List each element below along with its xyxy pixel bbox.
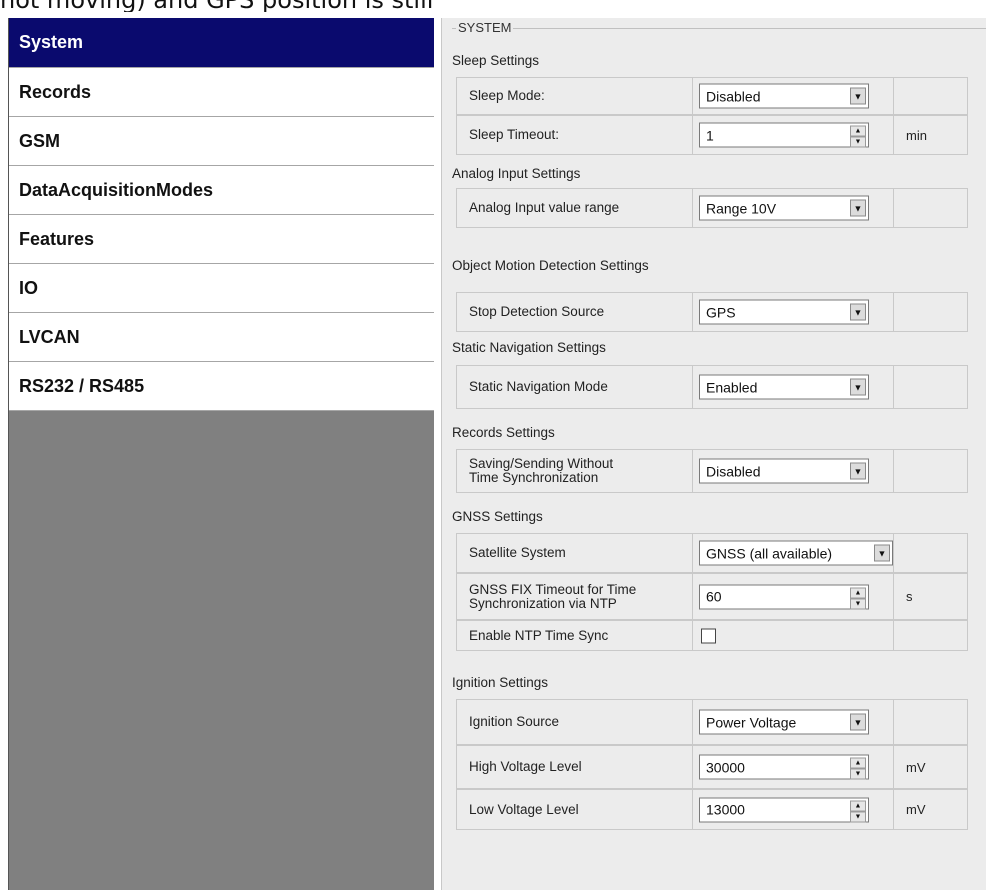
label-sleep-mode: Sleep Mode: xyxy=(457,78,693,114)
select-saving-sending-value: Disabled xyxy=(706,463,761,479)
row-analog-range: Analog Input value range Range 10V ▼ xyxy=(456,188,968,228)
unit-high-voltage: mV xyxy=(906,759,926,775)
unit-empty xyxy=(894,189,967,227)
sidebar-item-features[interactable]: Features xyxy=(9,215,434,264)
select-static-navigation-mode[interactable]: Enabled ▼ xyxy=(699,374,869,400)
select-static-navigation-mode-value: Enabled xyxy=(706,379,758,395)
select-stop-detection-source-value: GPS xyxy=(706,304,736,320)
input-low-voltage-value: 13000 xyxy=(706,801,745,818)
unit-gnss-fix-timeout: s xyxy=(906,589,913,604)
input-sleep-timeout[interactable]: 1 ▲ ▼ xyxy=(699,122,869,148)
sidebar-item-system[interactable]: System xyxy=(9,18,434,68)
label-low-voltage-level: Low Voltage Level xyxy=(457,790,693,829)
select-analog-range[interactable]: Range 10V ▼ xyxy=(699,195,869,221)
unit-empty xyxy=(894,621,967,650)
label-gnss-fix-timeout: GNSS FIX Timeout for Time Synchronization… xyxy=(457,574,693,619)
label-saving-sending-line1: Saving/Sending Without xyxy=(469,456,614,471)
unit-sleep-timeout: min xyxy=(906,127,927,143)
select-analog-range-value: Range 10V xyxy=(706,200,777,216)
unit-empty xyxy=(894,450,967,492)
select-satellite-system[interactable]: GNSS (all available) ▼ xyxy=(699,540,893,566)
group-title: SYSTEM xyxy=(456,20,514,35)
label-static-navigation-mode: Static Navigation Mode xyxy=(457,366,693,408)
row-sleep-timeout: Sleep Timeout: 1 ▲ ▼ min xyxy=(456,115,968,155)
chevron-down-icon[interactable]: ▼ xyxy=(850,378,866,396)
settings-panel: SYSTEM Sleep Settings Sleep Mode: Disabl… xyxy=(441,18,986,890)
section-analog-input-settings: Analog Input Settings xyxy=(452,166,581,181)
sidebar-item-lvcan[interactable]: LVCAN xyxy=(9,313,434,362)
select-sleep-mode-value: Disabled xyxy=(706,88,761,104)
group-divider xyxy=(452,28,986,29)
select-stop-detection-source[interactable]: GPS ▼ xyxy=(699,299,869,325)
row-high-voltage-level: High Voltage Level 30000 ▲ ▼ mV xyxy=(456,745,968,789)
select-ignition-source[interactable]: Power Voltage ▼ xyxy=(699,709,869,735)
label-analog-range: Analog Input value range xyxy=(457,189,693,227)
row-gnss-fix-timeout: GNSS FIX Timeout for Time Synchronization… xyxy=(456,573,968,620)
chevron-down-icon[interactable]: ▼ xyxy=(850,713,866,731)
sidebar: System Records GSM DataAcquisitionModes … xyxy=(8,18,434,890)
input-gnss-fix-timeout-value: 60 xyxy=(706,588,722,605)
row-ignition-source: Ignition Source Power Voltage ▼ xyxy=(456,699,968,745)
section-sleep-settings: Sleep Settings xyxy=(452,53,540,68)
top-caption: not moving) and GPS position is still tr… xyxy=(0,0,440,12)
chevron-down-icon[interactable]: ▼ xyxy=(850,462,866,480)
sidebar-nav: System Records GSM DataAcquisitionModes … xyxy=(9,18,434,411)
input-high-voltage-value: 30000 xyxy=(706,759,745,775)
unit-empty xyxy=(894,700,967,744)
section-static-navigation-settings: Static Navigation Settings xyxy=(452,340,606,355)
spinner-icon[interactable]: ▲ ▼ xyxy=(850,800,866,822)
label-gnss-fix-line1: GNSS FIX Timeout for Time xyxy=(469,581,637,597)
chevron-down-icon[interactable]: ▼ xyxy=(850,303,866,321)
select-satellite-system-value: GNSS (all available) xyxy=(706,545,833,561)
input-high-voltage-level[interactable]: 30000 ▲ ▼ xyxy=(699,754,869,780)
spinner-icon[interactable]: ▲ ▼ xyxy=(850,125,866,148)
row-sleep-mode: Sleep Mode: Disabled ▼ xyxy=(456,77,968,115)
unit-empty xyxy=(894,78,967,114)
label-high-voltage-level: High Voltage Level xyxy=(457,746,693,788)
unit-empty xyxy=(894,293,967,331)
sidebar-item-data-acquisition-modes[interactable]: DataAcquisitionModes xyxy=(9,166,434,215)
chevron-down-icon[interactable]: ▼ xyxy=(874,544,890,562)
sidebar-item-io[interactable]: IO xyxy=(9,264,434,313)
unit-empty xyxy=(894,534,967,572)
section-ignition-settings: Ignition Settings xyxy=(452,675,549,690)
chevron-down-icon[interactable]: ▼ xyxy=(850,199,866,217)
label-saving-sending: Saving/Sending Without Time Synchronizati… xyxy=(457,450,693,492)
label-saving-sending-line2: Time Synchronization xyxy=(469,470,599,485)
row-enable-ntp-sync: Enable NTP Time Sync xyxy=(456,620,968,651)
spinner-icon[interactable]: ▲ ▼ xyxy=(850,757,866,780)
section-gnss-settings: GNSS Settings xyxy=(452,509,543,524)
select-sleep-mode[interactable]: Disabled ▼ xyxy=(699,83,869,109)
row-stop-detection-source: Stop Detection Source GPS ▼ xyxy=(456,292,968,332)
unit-empty xyxy=(894,366,967,408)
row-low-voltage-level: Low Voltage Level 13000 ▲ ▼ mV xyxy=(456,789,968,830)
sidebar-item-records[interactable]: Records xyxy=(9,68,434,117)
section-records-settings: Records Settings xyxy=(452,425,555,440)
label-sleep-timeout: Sleep Timeout: xyxy=(457,116,693,154)
select-saving-sending[interactable]: Disabled ▼ xyxy=(699,458,869,484)
input-gnss-fix-timeout[interactable]: 60 ▲ ▼ xyxy=(699,584,869,609)
select-ignition-source-value: Power Voltage xyxy=(706,714,797,730)
input-low-voltage-level[interactable]: 13000 ▲ ▼ xyxy=(699,797,869,822)
section-object-motion-detection-settings: Object Motion Detection Settings xyxy=(452,258,649,273)
label-ignition-source: Ignition Source xyxy=(457,700,693,744)
row-satellite-system: Satellite System GNSS (all available) ▼ xyxy=(456,533,968,573)
chevron-down-icon[interactable]: ▼ xyxy=(850,87,866,105)
sidebar-item-gsm[interactable]: GSM xyxy=(9,117,434,166)
label-gnss-fix-line2: Synchronization via NTP xyxy=(469,595,617,611)
row-static-navigation-mode: Static Navigation Mode Enabled ▼ xyxy=(456,365,968,409)
spinner-icon[interactable]: ▲ ▼ xyxy=(850,587,866,609)
label-stop-detection-source: Stop Detection Source xyxy=(457,293,693,331)
checkbox-enable-ntp-sync[interactable] xyxy=(701,628,716,643)
label-enable-ntp-sync: Enable NTP Time Sync xyxy=(457,621,693,650)
label-satellite-system: Satellite System xyxy=(457,534,693,572)
input-sleep-timeout-value: 1 xyxy=(706,127,714,143)
unit-low-voltage: mV xyxy=(906,802,926,817)
row-saving-sending: Saving/Sending Without Time Synchronizati… xyxy=(456,449,968,493)
sidebar-item-rs232-rs485[interactable]: RS232 / RS485 xyxy=(9,362,434,411)
